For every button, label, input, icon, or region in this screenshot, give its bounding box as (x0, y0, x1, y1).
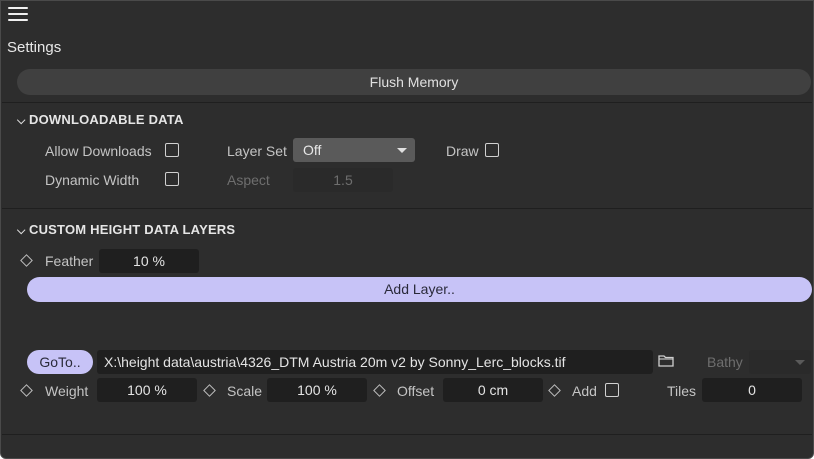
section-custom-height-data-layers[interactable]: ⌵ CUSTOM HEIGHT DATA LAYERS (17, 222, 235, 238)
add-label: Add (572, 383, 597, 399)
aspect-label: Aspect (227, 172, 270, 188)
dynamic-width-checkbox[interactable] (165, 172, 179, 186)
keyframe-diamond-icon[interactable] (203, 384, 216, 397)
weight-label: Weight (45, 383, 89, 399)
dropdown-arrow-icon (397, 148, 407, 153)
keyframe-diamond-icon[interactable] (20, 254, 33, 267)
chevron-down-icon: ⌵ (17, 115, 26, 127)
layer-set-label: Layer Set (227, 143, 287, 159)
keyframe-diamond-icon[interactable] (548, 384, 561, 397)
tiles-field[interactable]: 0 (702, 378, 802, 402)
draw-checkbox[interactable] (485, 143, 499, 157)
offset-field[interactable]: 0 cm (443, 378, 543, 402)
section-heading: DOWNLOADABLE DATA (29, 112, 184, 127)
layer-set-select[interactable]: Off (293, 138, 415, 162)
bathy-select[interactable] (749, 350, 811, 374)
scale-field[interactable]: 100 % (267, 378, 367, 402)
layer-set-value: Off (303, 142, 322, 158)
dynamic-width-label: Dynamic Width (45, 172, 140, 188)
section-heading: CUSTOM HEIGHT DATA LAYERS (29, 222, 236, 237)
layer-path-field[interactable]: X:\height data\austria\4326_DTM Austria … (97, 350, 653, 374)
flush-memory-button[interactable]: Flush Memory (17, 69, 811, 95)
weight-field[interactable]: 100 % (97, 378, 197, 402)
feather-label: Feather (45, 253, 94, 269)
scale-label: Scale (227, 383, 263, 399)
add-layer-button[interactable]: Add Layer.. (27, 277, 812, 302)
hamburger-menu-icon[interactable] (8, 7, 28, 23)
chevron-down-icon: ⌵ (17, 225, 26, 237)
divider (2, 208, 812, 209)
allow-downloads-label: Allow Downloads (45, 143, 152, 159)
section-downloadable-data[interactable]: ⌵ DOWNLOADABLE DATA (17, 112, 184, 128)
offset-label: Offset (397, 383, 435, 399)
divider (2, 102, 812, 103)
settings-panel: Settings Flush Memory ⌵ DOWNLOADABLE DATA… (0, 0, 814, 459)
feather-field[interactable]: 10 % (99, 249, 199, 273)
aspect-field[interactable]: 1.5 (293, 168, 393, 192)
goto-button[interactable]: GoTo.. (27, 350, 93, 374)
dropdown-arrow-icon (795, 360, 805, 365)
keyframe-diamond-icon[interactable] (20, 384, 33, 397)
keyframe-diamond-icon[interactable] (373, 384, 386, 397)
bathy-label: Bathy (707, 354, 743, 370)
panel-title: Settings (7, 39, 62, 56)
divider (2, 434, 812, 435)
tiles-label: Tiles (667, 383, 697, 399)
draw-label: Draw (446, 143, 479, 159)
add-checkbox[interactable] (605, 383, 619, 397)
folder-icon[interactable] (658, 354, 674, 367)
allow-downloads-checkbox[interactable] (165, 143, 179, 157)
